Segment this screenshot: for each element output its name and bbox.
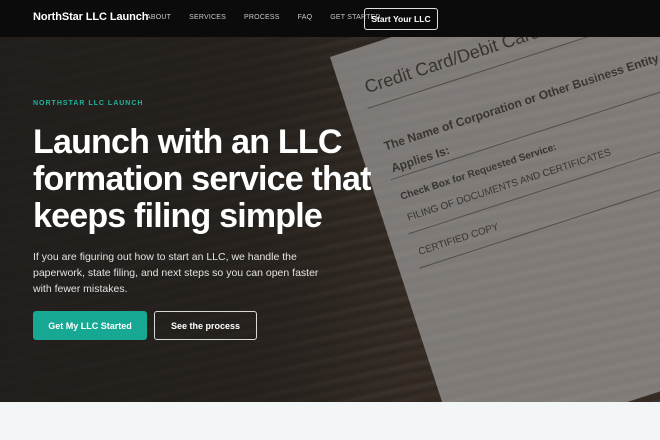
next-section xyxy=(0,402,660,440)
nav-link-services[interactable]: SERVICES xyxy=(189,14,226,21)
nav-link-process[interactable]: PROCESS xyxy=(244,14,280,21)
start-llc-button[interactable]: Start Your LLC xyxy=(364,8,438,30)
see-process-button[interactable]: See the process xyxy=(154,311,257,340)
hero-section: Credit Card/Debit Card Authorization The… xyxy=(0,37,660,402)
nav-link-about[interactable]: ABOUT xyxy=(146,14,171,21)
hero-headline: Launch with an LLC formation service tha… xyxy=(33,123,371,235)
hero-eyebrow: NORTHSTAR LLC LAUNCH xyxy=(33,100,144,107)
hero-subcopy: If you are figuring out how to start an … xyxy=(33,251,319,295)
nav-links: ABOUT SERVICES PROCESS FAQ GET STARTED xyxy=(146,14,399,21)
brand-logo[interactable]: NorthStar LLC Launch xyxy=(33,11,148,23)
top-nav: NorthStar LLC Launch ABOUT SERVICES PROC… xyxy=(0,0,660,37)
form-rule xyxy=(419,150,660,269)
get-started-button[interactable]: Get My LLC Started xyxy=(33,311,147,340)
nav-link-faq[interactable]: FAQ xyxy=(298,14,313,21)
